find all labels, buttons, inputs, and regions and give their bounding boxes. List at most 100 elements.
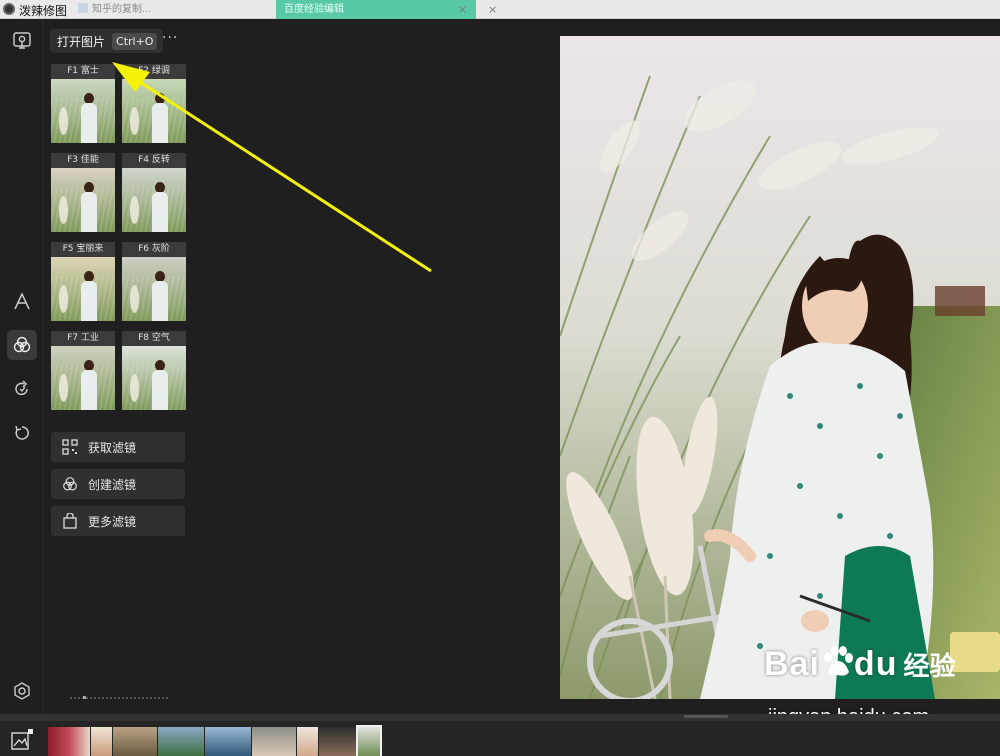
thumb-figure [81,182,97,232]
tab-close-icon[interactable]: × [488,0,497,19]
app-logo-icon [3,3,15,15]
filter-preset-label: F2 绿调 [122,64,186,79]
watermark-brand-tail: du [853,645,898,683]
baidu-watermark: Baidu经验 jingyan.baidu.com [764,645,956,728]
filter-preset-label: F6 灰阶 [122,242,186,257]
thumb-figure-body [81,103,97,143]
tool-sidebar [0,20,44,714]
background-tab-label: 知乎的复制... [92,4,152,15]
thumb-plume [59,107,68,135]
create-filter-label: 创建滤镜 [88,477,137,492]
filter-preview-thumbnail [122,346,186,410]
add-image-icon[interactable] [11,729,33,751]
thumb-figure-body [81,192,97,232]
thumb-plume [59,374,68,402]
filter-preview-thumbnail [122,79,186,143]
thumb-plume [130,285,139,313]
text-icon[interactable] [7,286,37,316]
thumb-figure [152,360,168,410]
undo-icon[interactable] [7,418,37,448]
thumb-figure-body [152,370,168,410]
thumb-plume [130,374,139,402]
tab-close-icon[interactable]: × [458,0,467,19]
thumb-figure-body [152,103,168,143]
film-thumbnail[interactable] [91,727,112,756]
filter-preset-card[interactable]: F5 宝丽来 [51,242,115,326]
panel-scroll-indicator[interactable] [70,696,168,699]
thumb-figure [81,360,97,410]
get-filter-label: 获取滤镜 [88,440,137,455]
thumb-plume [59,196,68,224]
filter-preview-thumbnail [51,257,115,321]
thumb-figure [81,271,97,321]
settings-icon[interactable] [7,676,37,706]
filter-icon[interactable] [7,330,37,360]
tooltip-label: 打开图片 [57,34,106,49]
redo-icon[interactable] [7,374,37,404]
filter-preset-card[interactable]: F3 佳能 [51,153,115,237]
thumb-figure-body [81,281,97,321]
background-window-tab[interactable]: 知乎的复制... [78,0,268,19]
thumb-figure [152,93,168,143]
filter-preset-label: F1 富士 [51,64,115,79]
film-thumbnail[interactable] [158,727,204,756]
filter-preset-card[interactable]: F4 反转 [122,153,186,237]
filter-preview-thumbnail [51,168,115,232]
filter-preset-label: F8 空气 [122,331,186,346]
filter-preview-thumbnail [122,257,186,321]
filter-preset-card[interactable]: F2 绿调 [122,64,186,148]
more-filters-button[interactable]: 更多滤镜 [51,506,185,536]
background-tab-label: 百度经验编辑 [284,4,344,15]
filter-preview-thumbnail [51,346,115,410]
film-thumbnail[interactable] [205,727,251,756]
scrollbar-thumb[interactable] [684,715,728,718]
filter-preview-thumbnail [122,168,186,232]
film-thumbnail[interactable] [252,727,296,756]
image-filmstrip [0,721,1000,756]
filter-preset-label: F3 佳能 [51,153,115,168]
shopping-bag-icon [61,512,79,530]
watermark-cn-label: 经验 [903,652,956,682]
canvas-horizontal-scrollbar[interactable] [0,714,1000,721]
filter-preset-card[interactable]: F1 富士 [51,64,115,148]
more-options-button[interactable]: ··· [162,30,178,46]
main-photo [560,36,1000,699]
main-photo-canvas[interactable] [560,36,1000,699]
filter-preset-card[interactable]: F7 工业 [51,331,115,415]
create-filter-button[interactable]: 创建滤镜 [51,469,185,499]
thumb-figure-body [152,192,168,232]
thumb-plume [130,196,139,224]
film-thumbnail-selected[interactable] [356,725,382,756]
thumb-figure [152,182,168,232]
shortcut-badge: Ctrl+O [112,32,158,50]
filter-preset-card[interactable]: F8 空气 [122,331,186,415]
thumb-plume [130,107,139,135]
title-bar: 泼辣修图 知乎的复制... 百度经验编辑 × × [0,0,1000,19]
app-title: 泼辣修图 [19,4,68,18]
qr-code-icon [61,438,79,456]
filter-preview-thumbnail [51,79,115,143]
watermark-brand: Bai [764,645,820,683]
filter-preset-label: F5 宝丽来 [51,242,115,257]
film-thumbnail[interactable] [48,727,90,756]
paw-logo-icon [823,646,853,676]
get-filter-button[interactable]: 获取滤镜 [51,432,185,462]
tab-favicon-icon [78,3,88,13]
filter-circles-icon [61,475,79,493]
thumb-figure-body [81,370,97,410]
more-filters-label: 更多滤镜 [88,514,137,529]
filter-preset-label: F7 工业 [51,331,115,346]
film-thumbnail[interactable] [319,727,356,756]
thumb-figure [81,93,97,143]
filter-preset-card[interactable]: F6 灰阶 [122,242,186,326]
film-thumbnail[interactable] [297,727,318,756]
filter-preset-label: F4 反转 [122,153,186,168]
film-thumbnail[interactable] [113,727,157,756]
scroll-indicator-thumb[interactable] [83,696,86,699]
thumb-figure-body [152,281,168,321]
open-image-icon[interactable] [7,26,37,56]
open-image-tooltip: 打开图片 Ctrl+O [50,29,164,53]
background-window-tab-active[interactable]: 百度经验编辑 [276,0,476,19]
thumb-plume [59,285,68,313]
thumb-figure [152,271,168,321]
